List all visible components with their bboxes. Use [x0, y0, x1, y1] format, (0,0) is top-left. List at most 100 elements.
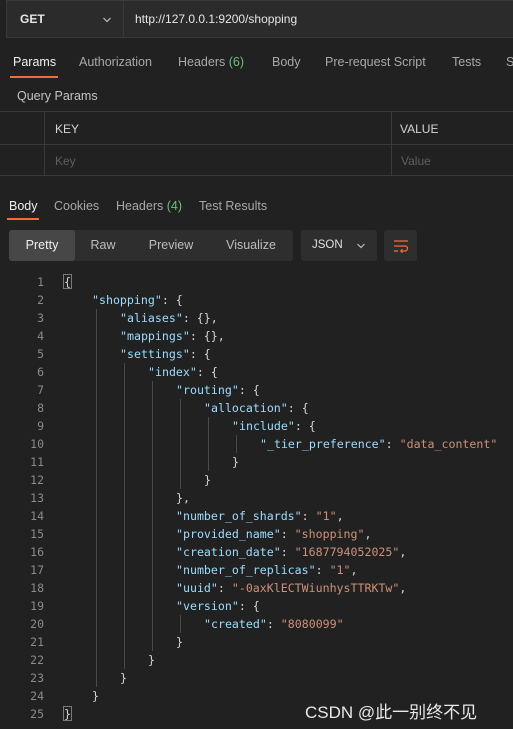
json-punctuation: : { — [238, 383, 260, 397]
chevron-down-icon — [103, 17, 111, 23]
wrap-lines-icon — [393, 239, 408, 253]
code-text: "allocation": { — [204, 399, 309, 417]
line-number: 9 — [37, 419, 44, 433]
tab-tests[interactable]: Tests — [452, 55, 481, 69]
json-punctuation: : { — [238, 599, 260, 613]
code-line: 19 "version": { — [0, 597, 513, 615]
code-line: 16 "creation_date": "1687794052025", — [0, 543, 513, 561]
value-input[interactable]: Value — [401, 154, 431, 168]
tab-cookies[interactable]: Cookies — [54, 199, 99, 213]
code-text: } — [204, 471, 211, 489]
json-string: "shopping" — [294, 527, 365, 541]
tab-authorization[interactable]: Authorization — [79, 55, 152, 69]
line-number: 12 — [30, 473, 44, 487]
value-column-header: VALUE — [400, 122, 439, 136]
json-key: "index" — [148, 365, 197, 379]
response-body-viewer[interactable]: 1{2 "shopping": {3 "aliases": {}, 4 "mapping… — [0, 272, 513, 729]
json-key: "number_of_shards" — [176, 509, 302, 523]
json-string: "8080099" — [280, 617, 344, 631]
json-punctuation: , — [399, 581, 407, 595]
line-number: 16 — [30, 545, 44, 559]
tab-label: Tests — [452, 55, 482, 69]
view-preview-button[interactable]: Preview — [135, 230, 207, 261]
code-line: 22} — [0, 651, 513, 669]
code-text: "created": "8080099" — [204, 615, 344, 633]
json-punctuation: : {}, — [182, 311, 218, 325]
code-text: } — [232, 453, 239, 471]
json-string: "-0axKlECTWiunhysTTRKTw" — [231, 581, 400, 595]
indent-guide — [208, 417, 209, 471]
json-punctuation: }, — [176, 491, 190, 505]
code-line: 20 "created": "8080099" — [0, 615, 513, 633]
code-line: 7 "routing": { — [0, 381, 513, 399]
tab-params[interactable]: Params — [13, 55, 56, 69]
format-label: JSON — [312, 239, 343, 251]
line-number: 17 — [30, 563, 44, 577]
json-string: "1" — [315, 509, 337, 523]
code-text: } — [92, 687, 99, 705]
line-number: 15 — [30, 527, 44, 541]
line-number: 23 — [30, 671, 44, 685]
code-text: "uuid": "-0axKlECTWiunhysTTRKTw", — [176, 579, 406, 597]
tab-body[interactable]: Body — [272, 55, 301, 69]
code-text: "shopping": { — [92, 291, 183, 309]
json-punctuation: : — [301, 509, 316, 523]
tab-pre-request-script[interactable]: Pre-request Script — [325, 55, 426, 69]
url-text: http://127.0.0.1:9200/shopping — [135, 12, 298, 26]
code-text: } — [120, 669, 127, 687]
format-dropdown[interactable]: JSON — [301, 230, 377, 261]
tab-label: S — [506, 55, 513, 69]
view-raw-button[interactable]: Raw — [79, 230, 127, 261]
line-number: 14 — [30, 509, 44, 523]
query-params-title: Query Params — [17, 89, 98, 103]
tab-headers[interactable]: Headers (6) — [178, 55, 244, 69]
tab-response-headers[interactable]: Headers (4) — [116, 199, 182, 213]
json-punctuation: } — [148, 653, 155, 667]
code-line: 9 "include": { — [0, 417, 513, 435]
key-input[interactable]: Key — [55, 154, 76, 168]
code-line: 21} — [0, 633, 513, 651]
code-text: } — [148, 651, 155, 669]
indent-guide — [96, 309, 97, 687]
json-punctuation: } — [64, 707, 71, 721]
json-punctuation: : { — [294, 419, 316, 433]
method-label: GET — [20, 12, 45, 26]
line-number: 24 — [30, 689, 44, 703]
json-punctuation: : { — [189, 347, 211, 361]
line-number: 18 — [30, 581, 44, 595]
line-number: 22 — [30, 653, 44, 667]
json-punctuation: : { — [196, 365, 218, 379]
json-key: "settings" — [120, 347, 190, 361]
tab-label: Pre-request Script — [325, 55, 426, 69]
view-visualize-button[interactable]: Visualize — [215, 230, 287, 261]
tab-response-body[interactable]: Body — [9, 199, 38, 213]
code-line: 13}, — [0, 489, 513, 507]
url-input[interactable]: http://127.0.0.1:9200/shopping — [124, 0, 513, 38]
json-string: "1687794052025" — [294, 545, 400, 559]
view-pretty-button[interactable]: Pretty — [9, 230, 75, 261]
line-number: 7 — [37, 383, 44, 397]
tab-test-results[interactable]: Test Results — [199, 199, 267, 213]
response-tabs: Body Cookies Headers (4) Test Results — [0, 190, 513, 220]
json-key: "_tier_preference" — [260, 437, 386, 451]
code-line: 12} — [0, 471, 513, 489]
tab-settings[interactable]: S — [506, 55, 513, 69]
code-text: "aliases": {}, — [120, 309, 218, 327]
json-key: "number_of_replicas" — [176, 563, 316, 577]
method-dropdown[interactable]: GET — [6, 0, 124, 38]
code-text: "version": { — [176, 597, 260, 615]
chevron-down-icon — [357, 243, 365, 249]
indent-guide — [152, 381, 153, 651]
code-line: 5 "settings": { — [0, 345, 513, 363]
json-key: "creation_date" — [176, 545, 281, 559]
row-divider — [0, 144, 513, 145]
line-number: 2 — [37, 293, 44, 307]
line-number: 19 — [30, 599, 44, 613]
tab-label: Body — [9, 199, 38, 213]
json-string: "1" — [329, 563, 351, 577]
tab-label: Cookies — [54, 199, 100, 213]
wrap-lines-button[interactable] — [384, 230, 417, 261]
json-punctuation: : { — [161, 293, 183, 307]
watermark: CSDN @此一别终不见 — [305, 703, 478, 722]
line-number: 11 — [30, 455, 44, 469]
